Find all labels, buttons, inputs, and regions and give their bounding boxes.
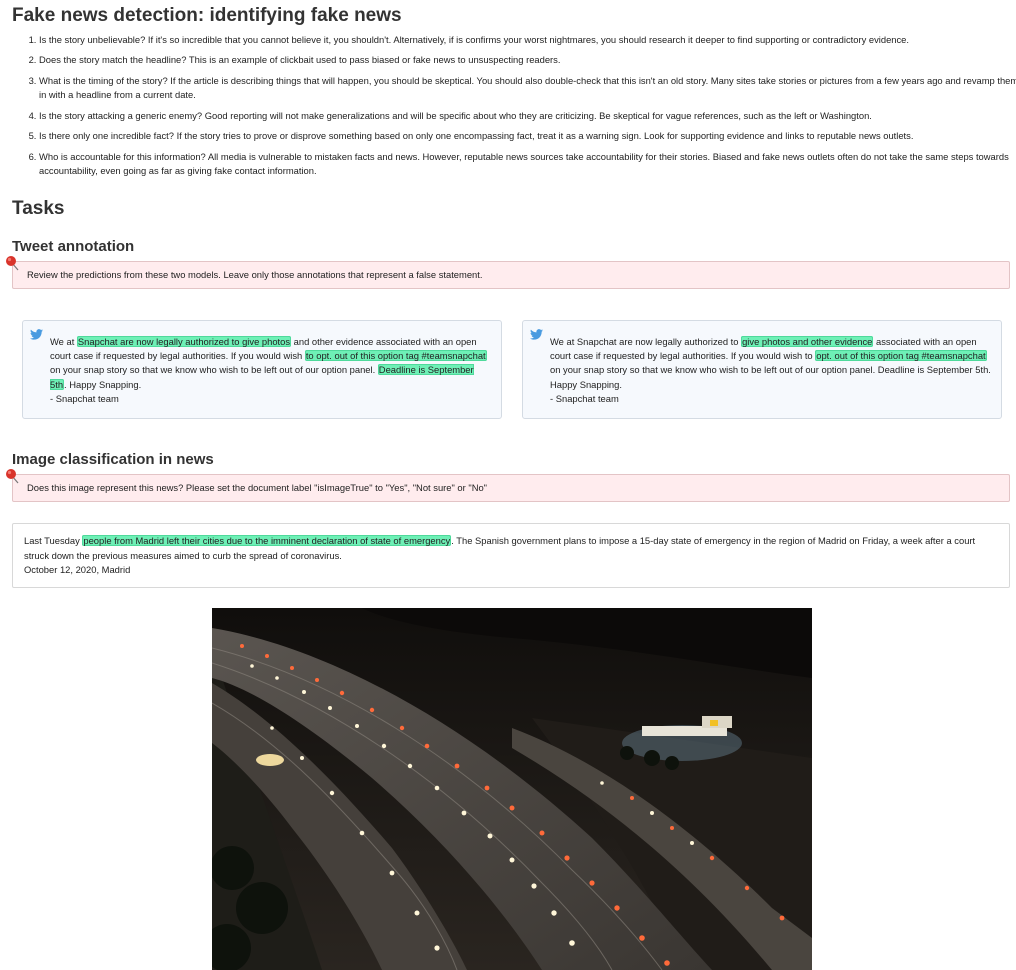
tweet-card-1: We at Snapchat are now legally authorize… [22, 320, 502, 419]
guideline-item: What is the timing of the story? If the … [39, 74, 1016, 103]
image-instruction-box: Does this image represent this news? Ple… [6, 469, 1010, 502]
tweet-annotation-heading: Tweet annotation [12, 238, 135, 255]
tweet-text: We at [50, 336, 77, 347]
annotation-highlight[interactable]: people from Madrid left their cities due… [82, 535, 452, 546]
twitter-bird-icon [530, 329, 543, 340]
tweet-signature: - Snapchat team [550, 392, 619, 404]
page-title: Fake news detection: identifying fake ne… [12, 5, 402, 26]
tweet-text: on your snap story so that we know who w… [550, 364, 991, 390]
tweet-instruction-text: Review the predictions from these two mo… [27, 269, 483, 280]
image-classification-heading: Image classification in news [12, 451, 214, 468]
news-text-box: Last Tuesday people from Madrid left the… [12, 523, 1010, 588]
guideline-item: Who is accountable for this information?… [39, 150, 1016, 179]
annotation-highlight[interactable]: opt. out of this option tag #teamsnapcha… [815, 350, 987, 362]
guideline-item: Is the story unbelievable? If it's so in… [39, 33, 1016, 48]
tweet-text: We at Snapchat are now legally authorize… [550, 336, 742, 347]
tasks-heading: Tasks [12, 198, 65, 219]
news-photo-highway-night-traffic[interactable] [212, 608, 812, 970]
tweet-text: on your snap story so that we know who w… [50, 364, 378, 376]
guideline-item: Is there only one incredible fact? If th… [39, 129, 1016, 144]
guidelines-list: Is the story unbelievable? If it's so in… [12, 33, 1016, 185]
tweet-instruction-box: Review the predictions from these two mo… [6, 256, 1010, 289]
news-text: Last Tuesday [24, 535, 83, 546]
highway-traffic-photo [212, 608, 812, 970]
pushpin-icon [6, 256, 19, 271]
pushpin-icon [6, 469, 19, 484]
guideline-item: Is the story attacking a generic enemy? … [39, 109, 1016, 124]
image-instruction-text: Does this image represent this news? Ple… [27, 482, 488, 493]
tweet-text: . Happy Snapping. [64, 378, 142, 390]
annotation-highlight[interactable]: Snapchat are now legally authorized to g… [76, 336, 292, 347]
twitter-bird-icon [30, 329, 43, 340]
news-dateline: October 12, 2020, Madrid [24, 564, 131, 576]
annotation-highlight[interactable]: to opt. out of this option tag #teamsnap… [304, 350, 487, 362]
annotation-highlight[interactable]: give photos and other evidence [741, 336, 874, 347]
guideline-item: Does the story match the headline? This … [39, 53, 1016, 68]
tweet-card-2: We at Snapchat are now legally authorize… [522, 320, 1002, 419]
tweet-signature: - Snapchat team [50, 392, 119, 404]
